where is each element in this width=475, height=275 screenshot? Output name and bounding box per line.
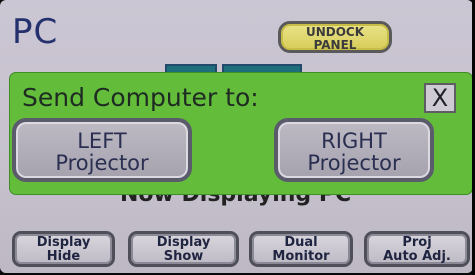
close-icon: X bbox=[431, 84, 449, 112]
undock-panel-button[interactable]: UNDOCK PANEL bbox=[278, 21, 392, 53]
send-computer-dialog: Send Computer to: X LEFT Projector RIGHT… bbox=[10, 73, 472, 194]
left-projector-button[interactable]: LEFT Projector bbox=[12, 118, 192, 182]
proj-auto-adjust-button[interactable]: Proj Auto Adj. bbox=[364, 231, 470, 267]
display-show-button[interactable]: Display Show bbox=[128, 231, 239, 267]
right-projector-button[interactable]: RIGHT Projector bbox=[274, 118, 434, 182]
dialog-title: Send Computer to: bbox=[22, 83, 259, 112]
dual-monitor-button[interactable]: Dual Monitor bbox=[249, 231, 353, 267]
touch-panel-screen: PC UNDOCK PANEL Now Displaying PC Send C… bbox=[0, 0, 473, 273]
close-button[interactable]: X bbox=[424, 83, 456, 113]
display-hide-button[interactable]: Display Hide bbox=[12, 231, 115, 267]
page-title: PC bbox=[12, 12, 59, 52]
